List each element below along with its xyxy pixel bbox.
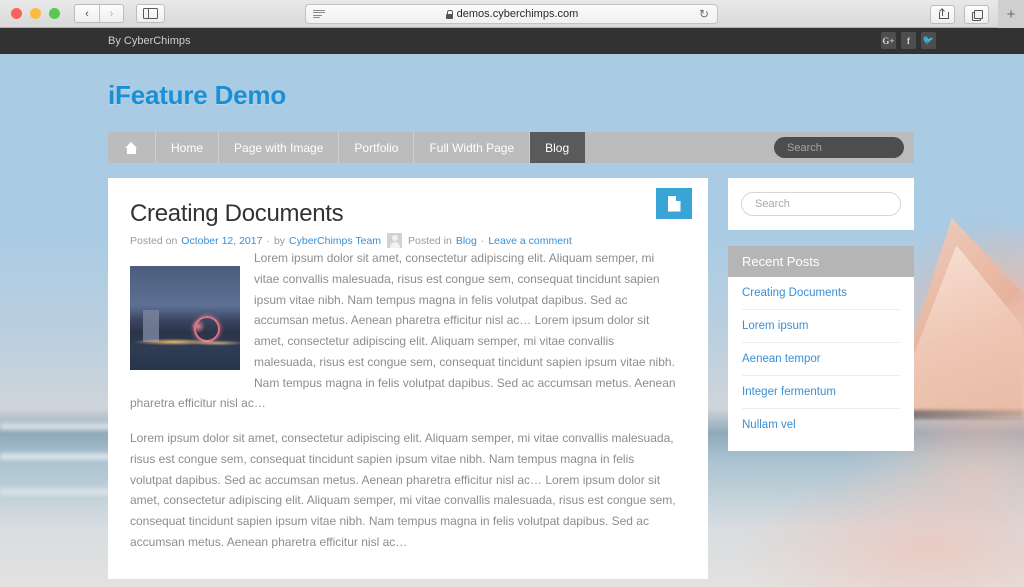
post-meta: Posted on October 12, 2017 · by CyberChi… <box>124 233 678 248</box>
posted-on-label: Posted on <box>130 234 178 247</box>
google-plus-icon[interactable]: G+ <box>881 32 896 49</box>
recent-posts-title: Recent Posts <box>728 246 914 277</box>
recent-post-link[interactable]: Lorem ipsum <box>742 310 900 342</box>
site-top-bar: By CyberChimps G+ f 🐦 <box>0 28 1024 54</box>
site-credit: By CyberChimps <box>108 35 191 47</box>
recent-posts-widget: Recent Posts Creating Documents Lorem ip… <box>728 246 914 451</box>
main-navigation: Home Page with Image Portfolio Full Widt… <box>108 132 914 163</box>
maximize-window-button[interactable] <box>49 8 60 19</box>
document-icon <box>667 195 681 212</box>
main-column: Creating Documents Posted on October 12,… <box>108 178 708 587</box>
show-tabs-button[interactable] <box>964 4 989 24</box>
nav-search-input[interactable]: Search <box>774 137 904 158</box>
close-window-button[interactable] <box>11 8 22 19</box>
list-item: Aenean tempor <box>742 343 900 376</box>
list-item: Lorem ipsum <box>742 310 900 343</box>
leave-comment-link[interactable]: Leave a comment <box>488 235 571 247</box>
nav-item-home[interactable]: Home <box>156 132 220 163</box>
new-tab-button[interactable]: + <box>998 0 1024 28</box>
share-button[interactable] <box>930 4 955 24</box>
nav-item-portfolio[interactable]: Portfolio <box>339 132 415 163</box>
nav-home-icon-button[interactable] <box>108 132 156 163</box>
recent-post-link[interactable]: Nullam vel <box>742 409 900 441</box>
web-page: By CyberChimps G+ f 🐦 iFeature Demo Home… <box>0 28 1024 587</box>
facebook-icon[interactable]: f <box>901 32 916 49</box>
address-bar[interactable]: demos.cyberchimps.com ↻ <box>305 4 718 24</box>
sidebar-icon <box>143 7 158 20</box>
post-featured-image[interactable] <box>130 266 240 370</box>
url-text: demos.cyberchimps.com <box>456 8 579 20</box>
post-article: Creating Documents Posted on October 12,… <box>108 178 708 579</box>
toolbar-right-group: + <box>930 0 1024 28</box>
window-traffic-lights <box>0 8 60 19</box>
reader-view-icon[interactable] <box>313 9 325 19</box>
reload-icon[interactable]: ↻ <box>699 7 709 21</box>
sidebar-search-widget: Search <box>728 178 914 230</box>
lock-icon <box>445 9 454 19</box>
post-body: Lorem ipsum dolor sit amet, consectetur … <box>124 248 678 553</box>
post-date-link[interactable]: October 12, 2017 <box>181 235 262 247</box>
list-item: Nullam vel <box>742 409 900 441</box>
navigation-arrows: ‹ › <box>74 4 124 23</box>
home-icon <box>125 141 138 154</box>
twitter-icon[interactable]: 🐦 <box>921 32 936 49</box>
site-title[interactable]: iFeature Demo <box>108 80 1024 111</box>
meta-separator-1: · <box>266 234 270 247</box>
content-area: Creating Documents Posted on October 12,… <box>108 178 1024 587</box>
post-author-link[interactable]: CyberChimps Team <box>289 235 381 247</box>
post-title[interactable]: Creating Documents <box>124 200 678 228</box>
avatar <box>387 233 403 248</box>
sidebar-toggle-button[interactable] <box>136 4 165 23</box>
nav-item-full-width-page[interactable]: Full Width Page <box>414 132 531 163</box>
list-item: Integer fermentum <box>742 376 900 409</box>
recent-post-link[interactable]: Integer fermentum <box>742 376 900 408</box>
post-paragraph: Lorem ipsum dolor sit amet, consectetur … <box>130 431 676 549</box>
recent-post-link[interactable]: Aenean tempor <box>742 343 900 375</box>
by-label: by <box>273 234 286 247</box>
sidebar: Search Recent Posts Creating Documents L… <box>728 178 914 451</box>
back-button[interactable]: ‹ <box>74 4 99 23</box>
sidebar-search-input[interactable]: Search <box>741 192 901 216</box>
recent-posts-list: Creating Documents Lorem ipsum Aenean te… <box>728 277 914 441</box>
forward-button[interactable]: › <box>99 4 124 23</box>
minimize-window-button[interactable] <box>30 8 41 19</box>
posted-in-label: Posted in <box>408 234 452 247</box>
post-category-link[interactable]: Blog <box>456 235 477 247</box>
meta-separator-2: · <box>480 234 485 247</box>
recent-post-link[interactable]: Creating Documents <box>742 277 900 309</box>
nav-item-page-with-image[interactable]: Page with Image <box>219 132 340 163</box>
share-icon <box>938 8 949 19</box>
address-bar-content: demos.cyberchimps.com <box>325 8 699 20</box>
post-format-badge[interactable] <box>656 188 692 219</box>
list-item: Creating Documents <box>742 277 900 310</box>
browser-toolbar: ‹ › demos.cyberchimps.com ↻ + <box>0 0 1024 28</box>
tabs-icon <box>972 9 983 21</box>
nav-item-blog[interactable]: Blog <box>530 132 586 163</box>
social-links: G+ f 🐦 <box>881 32 936 49</box>
